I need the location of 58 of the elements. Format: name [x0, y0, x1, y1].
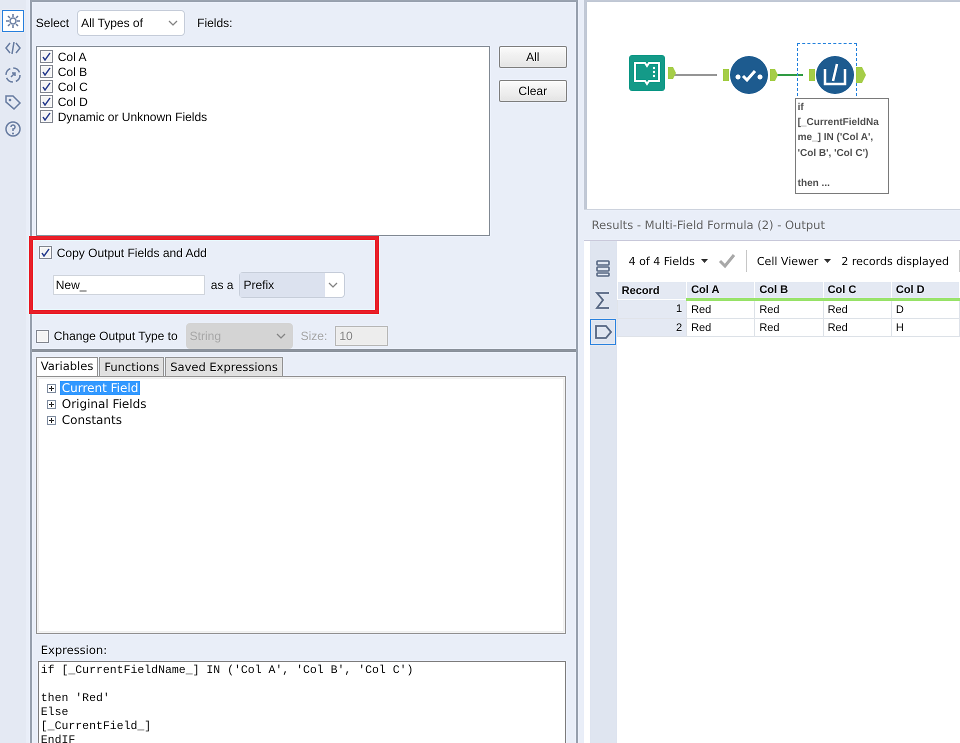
action-button[interactable]: All	[498, 46, 567, 68]
expression-editor[interactable]: if [_CurrentFieldName_] IN ('Col A', 'Col B', 'Col C') then 'Red' Else [_CurrentField_] EndIF	[38, 661, 566, 743]
record-number: 1	[617, 300, 687, 318]
column-header[interactable]: Record	[617, 282, 687, 300]
results-title: Results - Multi-Field Formula (2) - Output	[584, 209, 960, 241]
size-label: Size:	[300, 329, 328, 343]
table-cell: Red	[754, 300, 824, 318]
settings-icon[interactable]	[2, 10, 24, 32]
tab[interactable]: Variables	[36, 357, 98, 376]
field-name[interactable]: Col C	[58, 80, 88, 94]
select-label: Select	[36, 16, 70, 30]
expand-icon[interactable]	[46, 416, 56, 424]
as-label: as a	[210, 278, 234, 292]
table-cell: Red	[823, 318, 892, 336]
type-dropdown[interactable]: All Types of	[77, 10, 186, 36]
checkbox-label[interactable]: Copy Output Fields and Add	[56, 246, 207, 260]
checkbox[interactable]	[40, 50, 53, 63]
checkbox[interactable]	[40, 65, 53, 78]
table-cell: Red	[823, 300, 892, 318]
table-cell: H	[891, 318, 960, 336]
tree-item[interactable]: Original Fields	[60, 397, 148, 411]
checkbox[interactable]	[40, 110, 53, 123]
affix-field[interactable]: New_	[52, 275, 205, 295]
table-cell: Red	[686, 300, 755, 318]
affix-dropdown[interactable]: Prefix	[239, 272, 346, 298]
checkbox[interactable]	[38, 246, 52, 259]
expand-icon[interactable]	[46, 384, 56, 392]
caret-down-icon[interactable]	[700, 259, 708, 263]
fields-menu[interactable]: 4 of 4 Fields	[628, 254, 695, 268]
caret-down-icon[interactable]	[824, 259, 832, 263]
check-icon[interactable]	[718, 253, 736, 269]
table-cell: D	[891, 300, 960, 318]
column-header[interactable]: Col B	[754, 282, 824, 300]
record-number: 2	[617, 318, 687, 336]
checkbox[interactable]	[40, 95, 53, 108]
tab[interactable]: Functions	[99, 357, 164, 376]
table-cell: Red	[754, 318, 824, 336]
record-count: 2 records displayed	[841, 254, 949, 268]
field-name[interactable]: Col B	[58, 64, 88, 78]
expand-icon[interactable]	[46, 400, 56, 408]
table-cell: Red	[686, 318, 755, 336]
action-button[interactable]: Clear	[498, 80, 567, 102]
tree-item[interactable]: Constants	[60, 413, 124, 427]
chevron-down-icon[interactable]	[168, 20, 178, 26]
fields-label: Fields:	[197, 16, 232, 30]
checkbox[interactable]	[40, 80, 53, 93]
column-header[interactable]: Col C	[823, 282, 892, 300]
column-header[interactable]: Col A	[686, 282, 755, 300]
column-header[interactable]: Col D	[891, 282, 960, 300]
cell-viewer-menu[interactable]: Cell Viewer	[756, 254, 818, 268]
chevron-down-icon[interactable]	[328, 282, 338, 288]
tag-icon[interactable]	[590, 319, 616, 345]
field-name[interactable]: Col A	[58, 50, 86, 64]
tab[interactable]: Saved Expressions	[165, 357, 283, 376]
field-name[interactable]: Col D	[58, 94, 88, 108]
expression-label: Expression:	[40, 643, 108, 657]
field-name[interactable]: Dynamic or Unknown Fields	[58, 110, 208, 124]
annotation-note: if [_CurrentFieldNa me_] IN ('Col A', 'Col B', 'Col C') then ...	[794, 98, 889, 194]
